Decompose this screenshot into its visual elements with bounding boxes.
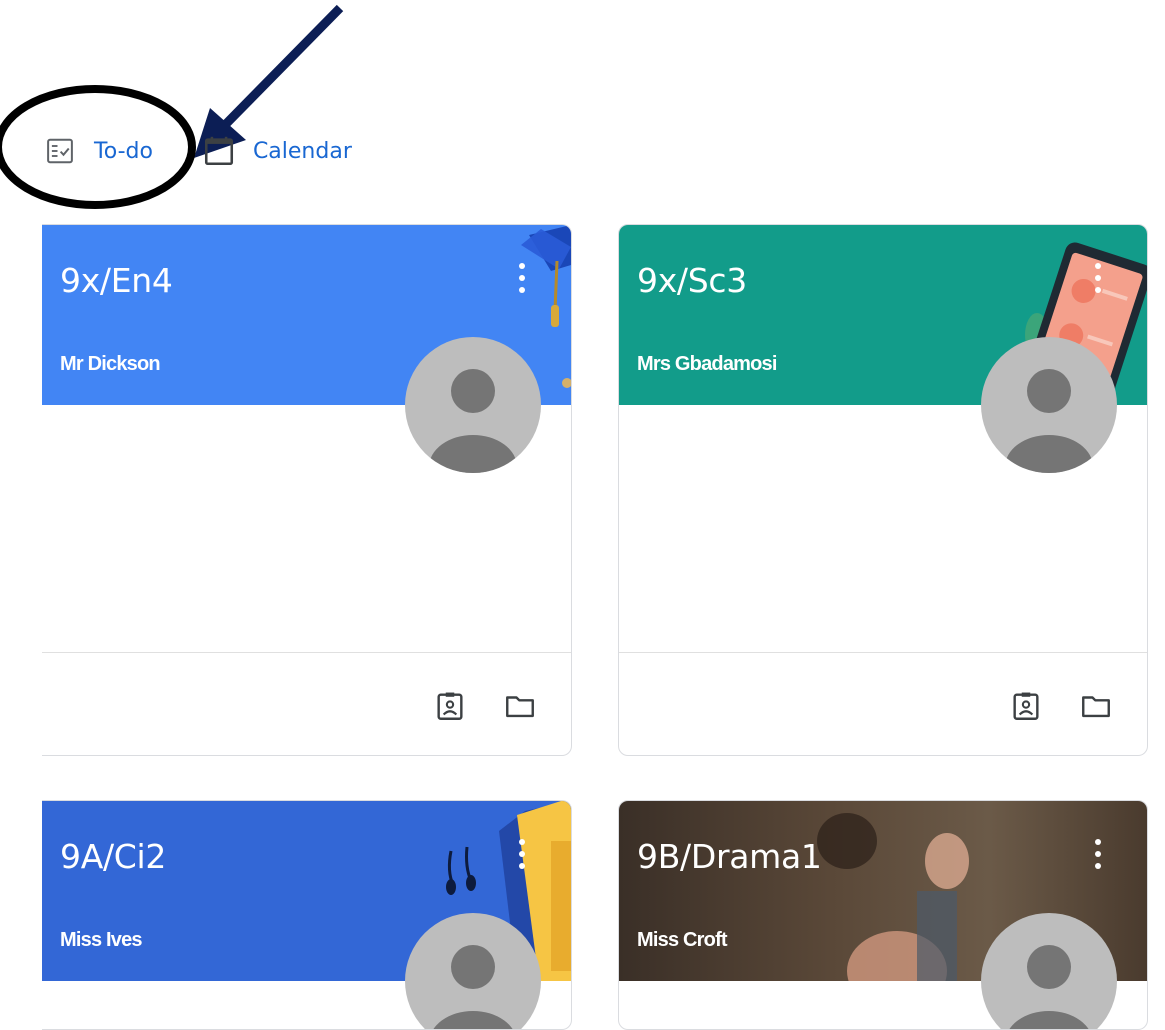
folder-icon[interactable] (503, 689, 537, 723)
more-vert-icon[interactable] (513, 837, 531, 871)
teacher-name: Miss Ives (60, 929, 143, 951)
class-title[interactable]: 9A/Ci2 (60, 837, 166, 876)
more-vert-icon[interactable] (513, 261, 531, 295)
card-footer (619, 652, 1147, 755)
folder-icon[interactable] (1079, 689, 1113, 723)
todo-label: To-do (94, 138, 153, 164)
class-title[interactable]: 9x/En4 (60, 261, 173, 300)
teacher-avatar (405, 337, 541, 473)
assignment-icon[interactable] (433, 689, 467, 723)
teacher-name: Miss Croft (637, 929, 728, 951)
class-card-9a-ci2[interactable]: 9A/Ci2 Miss Ives (42, 800, 572, 1030)
class-title[interactable]: 9B/Drama1 (637, 837, 822, 876)
todo-link[interactable]: To-do (42, 133, 153, 169)
teacher-avatar (981, 337, 1117, 473)
class-title[interactable]: 9x/Sc3 (637, 261, 747, 300)
card-footer (42, 652, 571, 755)
todo-icon (42, 133, 78, 169)
teacher-name: Mrs Gbadamosi (637, 353, 777, 375)
more-vert-icon[interactable] (1089, 261, 1107, 295)
class-card-9b-drama1[interactable]: 9B/Drama1 Miss Croft (618, 800, 1148, 1030)
class-card-9x-en4[interactable]: 9x/En4 Mr Dickson (42, 224, 572, 756)
more-vert-icon[interactable] (1089, 837, 1107, 871)
calendar-label: Calendar (252, 138, 352, 164)
class-card-9x-sc3[interactable]: 9x/Sc3 Mrs Gbadamosi (618, 224, 1148, 756)
teacher-name: Mr Dickson (60, 353, 161, 375)
calendar-link[interactable]: Calendar (201, 133, 352, 169)
assignment-icon[interactable] (1009, 689, 1043, 723)
top-navigation: To-do Calendar (40, 126, 352, 176)
calendar-icon (201, 133, 237, 169)
